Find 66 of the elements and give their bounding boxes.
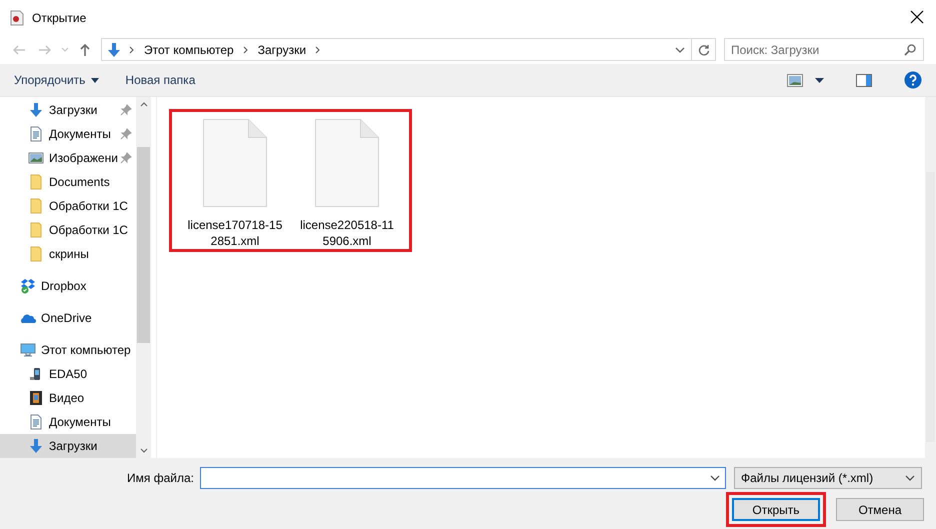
chevron-right-icon	[242, 46, 250, 54]
dialog-button[interactable]: Открыть	[732, 498, 820, 521]
toolbar-button[interactable]: Новая папка	[117, 69, 204, 91]
download-arrow-icon	[28, 102, 44, 118]
download-arrow-icon	[106, 42, 122, 58]
document-icon	[28, 414, 44, 430]
pin-icon[interactable]	[120, 128, 132, 140]
image-icon	[28, 150, 44, 166]
folder-icon	[28, 174, 44, 190]
app-icon	[10, 10, 24, 26]
dialog-button[interactable]: Отмена	[836, 498, 924, 521]
scroll-up-icon[interactable]	[140, 102, 148, 107]
document-icon	[28, 126, 44, 142]
file-name[interactable]: license220518-115906.xml	[297, 217, 397, 249]
sidebar-item[interactable]: скрины	[0, 242, 136, 266]
breadcrumb[interactable]: Этот компьютер	[142, 42, 236, 56]
address-bar[interactable]: Этот компьютер Загрузки	[101, 38, 716, 61]
filename-field[interactable]	[200, 467, 726, 489]
caret-down-icon	[815, 78, 824, 82]
sidebar-item[interactable]: Видео	[0, 386, 136, 410]
pane-icon	[856, 74, 872, 86]
close-icon	[908, 8, 926, 26]
sidebar-item[interactable]: Dropbox	[0, 274, 136, 298]
folder-icon	[28, 246, 44, 262]
monitor-icon	[20, 342, 36, 358]
search-field[interactable]: Поиск: Загрузки	[724, 38, 924, 61]
folder-icon	[28, 222, 44, 238]
up-arrow-icon	[79, 42, 91, 56]
scrollbar[interactable]	[925, 97, 936, 458]
sidebar-item[interactable]: Документы	[0, 122, 136, 146]
dropbox-icon	[20, 278, 36, 294]
sidebar-item[interactable]: Documents	[0, 170, 136, 194]
breadcrumb[interactable]: Загрузки	[256, 42, 308, 56]
sidebar-item[interactable]: Этот компьютер	[0, 338, 136, 362]
sidebar-item[interactable]: Загрузки	[0, 434, 136, 458]
scroll-down-icon[interactable]	[140, 448, 148, 453]
sidebar-item[interactable]: EDA50	[0, 362, 136, 386]
sidebar-item[interactable]: Обработки 1С	[0, 218, 136, 242]
chevron-right-icon	[128, 46, 136, 54]
sidebar-item[interactable]: Документы	[0, 410, 136, 434]
sidebar-item[interactable]: Изображени	[0, 146, 136, 170]
filename-label: Имя файла:	[127, 471, 194, 485]
right-arrow-icon	[38, 44, 52, 56]
film-icon	[28, 390, 44, 406]
scrollbar[interactable]	[136, 97, 151, 458]
folder-icon	[28, 198, 44, 214]
file-name[interactable]: license170718-152851.xml	[185, 217, 285, 249]
sidebar-item[interactable]: Обработки 1С	[0, 194, 136, 218]
pin-icon[interactable]	[120, 152, 132, 164]
chevron-right-icon	[314, 46, 322, 54]
close-button[interactable]	[908, 8, 926, 26]
file-type-dropdown[interactable]: Файлы лицензий (*.xml)	[734, 467, 922, 489]
help-icon	[904, 71, 922, 89]
window-title: Открытие	[32, 10, 86, 24]
toolbar-button[interactable]: Упорядочить	[6, 69, 108, 91]
sidebar-item[interactable]: OneDrive	[0, 306, 136, 330]
chevron-down-icon	[904, 474, 915, 482]
sidebar-item[interactable]: Загрузки	[0, 98, 136, 122]
left-arrow-icon	[12, 44, 26, 56]
chevron-down-icon[interactable]	[675, 46, 685, 54]
pin-icon[interactable]	[120, 104, 132, 116]
view-icon	[787, 74, 803, 86]
chevron-down-icon	[61, 46, 69, 52]
caret-down-icon	[91, 78, 100, 82]
refresh-icon	[698, 44, 710, 56]
download-arrow-icon	[28, 438, 44, 454]
